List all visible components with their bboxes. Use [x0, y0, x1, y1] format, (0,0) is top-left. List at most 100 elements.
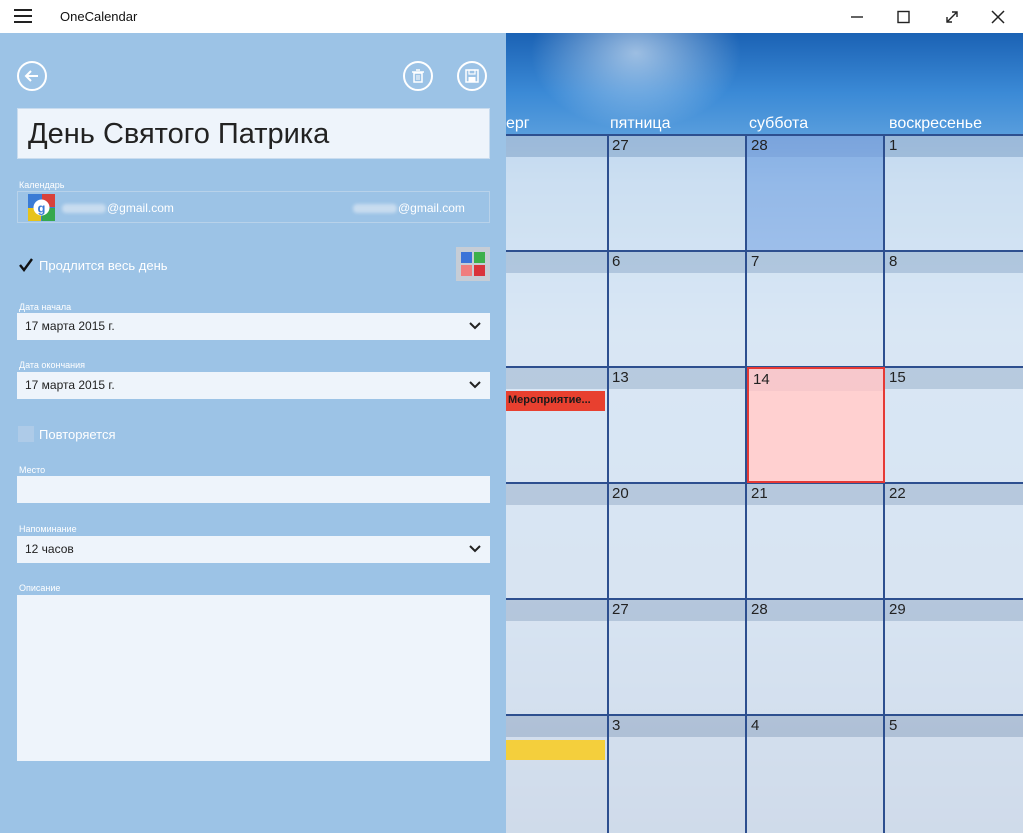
day-cell-header: [608, 367, 747, 389]
day-cell[interactable]: [506, 251, 608, 367]
day-divider: [883, 135, 885, 833]
day-divider: [607, 135, 609, 833]
day-cell-body: [885, 389, 1023, 483]
day-cell[interactable]: 3: [608, 715, 747, 833]
day-cell-body: [885, 505, 1023, 599]
day-cell[interactable]: 29: [885, 599, 1023, 715]
day-cell-header: [608, 599, 747, 621]
day-number: 4: [751, 717, 760, 734]
day-cell-body: [506, 621, 608, 715]
day-number: 8: [889, 253, 898, 270]
day-cell-header: [747, 251, 885, 273]
day-number: 13: [612, 369, 629, 386]
start-date-select[interactable]: 17 марта 2015 г.: [17, 313, 490, 340]
day-cell[interactable]: [506, 599, 608, 715]
day-cell-header: [608, 135, 747, 157]
save-button[interactable]: [457, 61, 487, 91]
day-cell[interactable]: 21: [747, 483, 885, 599]
day-cell-body: [747, 737, 885, 833]
today-cell[interactable]: 14: [747, 367, 885, 483]
end-date-select[interactable]: 17 марта 2015 г.: [17, 372, 490, 399]
description-textarea[interactable]: [17, 595, 490, 761]
day-cell-header: [506, 715, 608, 737]
day-cell[interactable]: [506, 135, 608, 251]
minimize-button[interactable]: [834, 0, 880, 33]
chevron-down-icon: [469, 322, 481, 330]
day-number: 15: [889, 369, 906, 386]
day-cell[interactable]: 8: [885, 251, 1023, 367]
day-number: 21: [751, 485, 768, 502]
location-input[interactable]: [17, 476, 490, 503]
maximize-button[interactable]: [880, 0, 926, 33]
color-swatch-pink: [461, 265, 472, 276]
day-cell-body: [747, 157, 885, 251]
day-cell-header: [747, 135, 885, 157]
back-button[interactable]: [17, 61, 47, 91]
day-number: 20: [612, 485, 629, 502]
svg-text:g: g: [38, 201, 46, 216]
day-cell[interactable]: 28: [747, 135, 885, 251]
day-number: 28: [751, 601, 768, 618]
event-chip[interactable]: [506, 740, 605, 760]
color-swatch-blue: [461, 252, 472, 263]
day-cell[interactable]: 4: [747, 715, 885, 833]
chevron-down-icon: [469, 545, 481, 553]
week-divider: [506, 250, 1023, 252]
day-cell-body: [885, 621, 1023, 715]
day-number: 27: [612, 137, 629, 154]
fullscreen-icon: [946, 11, 958, 23]
day-cell-body: [747, 273, 885, 367]
save-icon: [465, 69, 479, 83]
day-cell[interactable]: 28: [747, 599, 885, 715]
trash-icon: [412, 69, 424, 83]
event-chip[interactable]: Мероприятие...: [506, 391, 605, 411]
reminder-value: 12 часов: [25, 542, 74, 556]
day-header-friday: пятница: [610, 115, 671, 132]
start-date-label: Дата начала: [19, 302, 72, 312]
event-editor-panel: День Святого Патрика Календарь g @gmail.…: [0, 33, 506, 833]
color-picker-button[interactable]: [456, 247, 490, 281]
event-title-input[interactable]: День Святого Патрика: [17, 108, 490, 159]
day-header-sunday: воскресенье: [889, 115, 982, 132]
end-date-value: 17 марта 2015 г.: [25, 378, 115, 392]
day-number: 27: [612, 601, 629, 618]
day-number: 6: [612, 253, 621, 270]
repeat-checkbox[interactable]: [18, 426, 34, 442]
day-cell[interactable]: [506, 367, 608, 483]
maximize-icon: [897, 10, 910, 24]
close-button[interactable]: [975, 0, 1021, 33]
day-number: 14: [753, 371, 770, 388]
day-cell[interactable]: [506, 715, 608, 833]
day-cell[interactable]: 22: [885, 483, 1023, 599]
day-cell[interactable]: 1: [885, 135, 1023, 251]
start-date-value: 17 марта 2015 г.: [25, 319, 115, 333]
day-cell-body: [608, 157, 747, 251]
day-cell[interactable]: 7: [747, 251, 885, 367]
day-cell[interactable]: 13: [608, 367, 747, 483]
day-cell[interactable]: 15: [885, 367, 1023, 483]
day-cell-body: [608, 737, 747, 833]
day-cell-body: [506, 157, 608, 251]
day-cell[interactable]: 5: [885, 715, 1023, 833]
delete-button[interactable]: [403, 61, 433, 91]
day-number: 29: [889, 601, 906, 618]
day-cell-header: [885, 135, 1023, 157]
reminder-select[interactable]: 12 часов: [17, 536, 490, 563]
day-cell[interactable]: 20: [608, 483, 747, 599]
day-cell-body: [749, 391, 883, 481]
month-calendar: ерг пятница суббота воскресенье 27 28 1 6 7 8…: [506, 33, 1023, 833]
day-cell[interactable]: [506, 483, 608, 599]
day-cell-header: [885, 715, 1023, 737]
fullscreen-button[interactable]: [929, 0, 975, 33]
day-cell[interactable]: 6: [608, 251, 747, 367]
day-cell-header: [506, 251, 608, 273]
day-cell[interactable]: 27: [608, 599, 747, 715]
all-day-checkbox[interactable]: [18, 257, 34, 273]
calendar-selector[interactable]: g @gmail.com @gmail.com: [17, 191, 490, 223]
day-cell-header: [885, 367, 1023, 389]
day-cell[interactable]: 27: [608, 135, 747, 251]
day-header-saturday: суббота: [749, 115, 809, 132]
day-cell-header: [506, 135, 608, 157]
menu-icon[interactable]: [14, 9, 32, 23]
day-cell-body: [506, 273, 608, 367]
